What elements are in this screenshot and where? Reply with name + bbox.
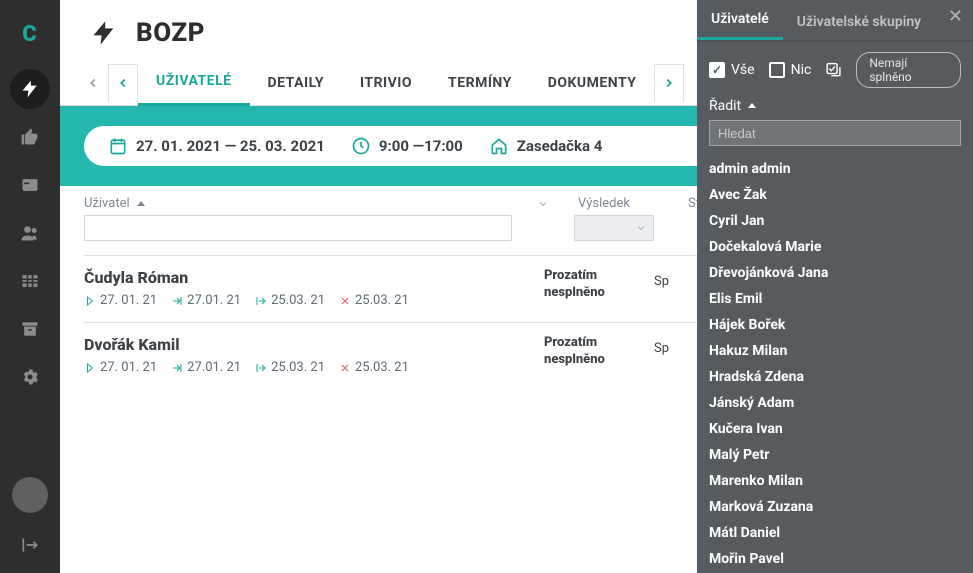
tab-details[interactable]: DETAILY bbox=[250, 60, 342, 106]
chevron-down-icon bbox=[635, 222, 647, 234]
nav-item-thumb[interactable] bbox=[10, 117, 50, 157]
checkbox-all[interactable]: Vše bbox=[709, 62, 755, 78]
row-user-name: Dvořák Kamil bbox=[84, 335, 544, 354]
list-item[interactable]: Avec Žak bbox=[709, 182, 961, 208]
users-panel: ✕ Uživatelé Uživatelské skupiny Vše Nic … bbox=[697, 0, 973, 573]
panel-search-input[interactable] bbox=[709, 120, 961, 146]
close-icon[interactable]: ✕ bbox=[948, 6, 963, 27]
nav-item-card[interactable] bbox=[10, 165, 50, 205]
list-item[interactable]: Marková Zuzana bbox=[709, 494, 961, 520]
row-dates: 27. 01. 21 27.01. 21 25.03. 21 25.03. 21 bbox=[84, 360, 544, 375]
sort-control[interactable]: Řadit bbox=[697, 96, 973, 120]
date-start: 27. 01. 21 bbox=[84, 293, 157, 308]
list-item[interactable]: Elis Emil bbox=[709, 286, 961, 312]
list-item[interactable]: Cyril Jan bbox=[709, 208, 961, 234]
date-start: 27. 01. 21 bbox=[84, 360, 157, 375]
list-item[interactable]: Hájek Bořek bbox=[709, 312, 961, 338]
panel-tab-users[interactable]: Uživatelé bbox=[697, 1, 783, 40]
col-user-dropdown[interactable] bbox=[534, 198, 552, 210]
date-cancel: 25.03. 21 bbox=[339, 293, 409, 308]
sort-asc-icon bbox=[136, 199, 146, 209]
list-item[interactable]: Dočekalová Marie bbox=[709, 234, 961, 260]
tab-documents[interactable]: DOKUMENTY bbox=[530, 60, 655, 106]
date-end: 25.03. 21 bbox=[255, 360, 325, 375]
list-item[interactable]: Hakuz Milan bbox=[709, 338, 961, 364]
panel-controls: Vše Nic Nemají splněno bbox=[697, 42, 973, 96]
bolt-icon bbox=[20, 79, 40, 99]
user-list: admin adminAvec ŽakCyril JanDočekalová M… bbox=[697, 156, 973, 573]
tab-scroll-left-outer[interactable] bbox=[78, 64, 108, 102]
panel-tab-groups[interactable]: Uživatelské skupiny bbox=[783, 4, 935, 40]
filter-time[interactable]: 9:00 —17:00 bbox=[351, 136, 463, 156]
checkbox-icon bbox=[769, 62, 785, 78]
list-item[interactable]: Jánský Adam bbox=[709, 390, 961, 416]
tab-scroll-left[interactable] bbox=[108, 64, 138, 102]
gear-icon bbox=[20, 367, 40, 387]
list-item[interactable]: Mátl Daniel bbox=[709, 520, 961, 546]
multi-check-icon[interactable] bbox=[825, 61, 842, 79]
main-panel: BOZP UŽIVATELÉ DETAILY ITRIVIO TERMÍNY D… bbox=[60, 0, 973, 573]
list-item[interactable]: Dřevojánková Jana bbox=[709, 260, 961, 286]
list-item[interactable]: Malý Petr bbox=[709, 442, 961, 468]
user-avatar[interactable] bbox=[12, 477, 48, 513]
table-icon bbox=[20, 271, 40, 291]
logout-icon bbox=[20, 535, 40, 555]
nav-item-table[interactable] bbox=[10, 261, 50, 301]
list-item[interactable]: admin admin bbox=[709, 156, 961, 182]
nav-item-archive[interactable] bbox=[10, 309, 50, 349]
tab-itrivio[interactable]: ITRIVIO bbox=[342, 60, 430, 106]
thumb-up-icon bbox=[20, 127, 40, 147]
nav-item-users[interactable] bbox=[10, 213, 50, 253]
sort-asc-icon bbox=[747, 101, 757, 111]
users-icon bbox=[20, 223, 40, 243]
checkbox-icon bbox=[709, 62, 725, 78]
filter-location[interactable]: Zasedačka 4 bbox=[489, 136, 603, 156]
date-next: 27.01. 21 bbox=[171, 360, 241, 375]
col-header-result[interactable]: Výsledek bbox=[578, 196, 688, 211]
filter-date[interactable]: 27. 01. 2021 — 25. 03. 2021 bbox=[108, 136, 325, 156]
clock-icon bbox=[351, 136, 371, 156]
list-item[interactable]: Hradská Zdena bbox=[709, 364, 961, 390]
card-icon bbox=[20, 175, 40, 195]
brand-logo: C bbox=[22, 22, 37, 47]
panel-search bbox=[709, 120, 961, 146]
list-item[interactable]: Mořin Pavel bbox=[709, 546, 961, 572]
filter-input-user[interactable] bbox=[84, 215, 512, 241]
panel-tabs: Uživatelé Uživatelské skupiny bbox=[697, 0, 973, 42]
nav-item-bolt[interactable] bbox=[10, 69, 50, 109]
nav-item-settings[interactable] bbox=[10, 357, 50, 397]
home-icon bbox=[489, 136, 509, 156]
filter-select-result[interactable] bbox=[574, 215, 654, 241]
page-title: BOZP bbox=[136, 18, 205, 48]
bolt-icon bbox=[90, 19, 118, 47]
tab-terms[interactable]: TERMÍNY bbox=[430, 60, 530, 106]
calendar-icon bbox=[108, 136, 128, 156]
list-item[interactable]: Kučera Ivan bbox=[709, 416, 961, 442]
date-cancel: 25.03. 21 bbox=[339, 360, 409, 375]
date-next: 27.01. 21 bbox=[171, 293, 241, 308]
archive-icon bbox=[20, 319, 40, 339]
row-result: Prozatím nesplněno bbox=[544, 335, 654, 375]
row-dates: 27. 01. 21 27.01. 21 25.03. 21 25.03. 21 bbox=[84, 293, 544, 308]
not-fulfilled-button[interactable]: Nemají splněno bbox=[856, 52, 961, 88]
date-end: 25.03. 21 bbox=[255, 293, 325, 308]
row-result: Prozatím nesplněno bbox=[544, 268, 654, 308]
list-item[interactable]: Marenko Milan bbox=[709, 468, 961, 494]
nav-item-logout[interactable] bbox=[10, 525, 50, 565]
tab-users[interactable]: UŽIVATELÉ bbox=[138, 60, 250, 106]
col-header-user[interactable]: Uživatel bbox=[84, 196, 534, 211]
sidebar-rail: C bbox=[0, 0, 60, 573]
row-user-name: Čudyla Róman bbox=[84, 268, 544, 287]
tab-scroll-right[interactable] bbox=[654, 64, 684, 102]
checkbox-none[interactable]: Nic bbox=[769, 62, 812, 78]
